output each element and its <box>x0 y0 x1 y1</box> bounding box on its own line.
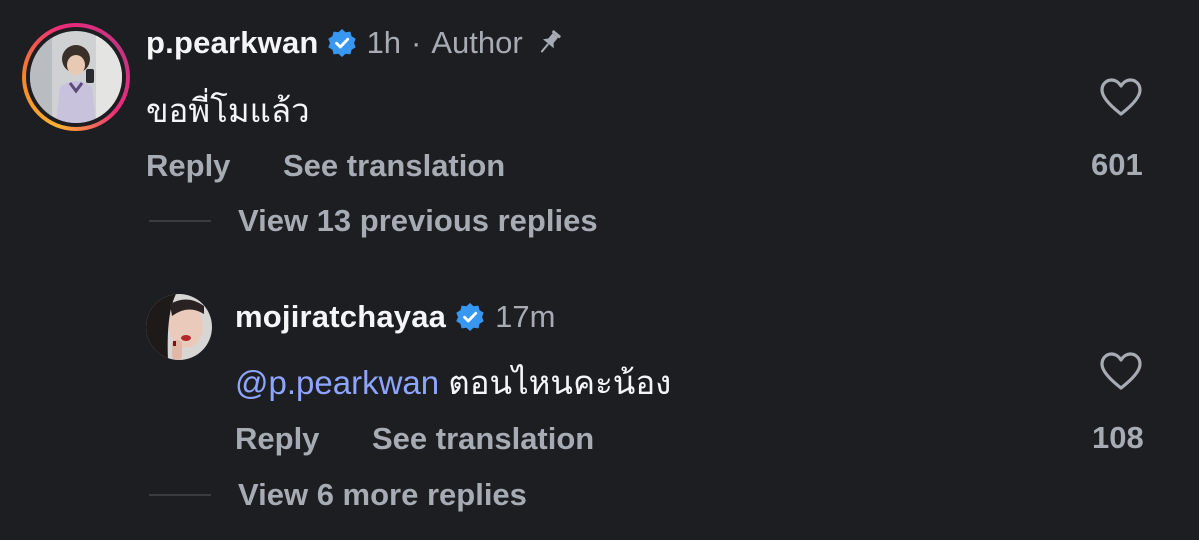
author-label: Author <box>431 25 523 60</box>
pin-icon <box>540 30 561 53</box>
view-more-replies-button[interactable]: View 6 more replies <box>238 477 527 513</box>
reply-like-button[interactable] <box>1098 350 1144 397</box>
avatar-photo-image <box>30 31 122 123</box>
reply-button[interactable]: Reply <box>146 148 230 184</box>
reply-like-count: 108 <box>1092 420 1144 455</box>
like-button[interactable] <box>1098 76 1144 123</box>
comment-time: 1h <box>366 25 402 60</box>
comment-header: p.pearkwan 1h · Author <box>146 25 565 61</box>
meta-separator: · <box>411 25 422 60</box>
verified-badge-icon <box>327 29 356 57</box>
heart-icon <box>1100 352 1142 390</box>
mention-link[interactable]: @p.pearkwan <box>235 364 439 401</box>
more-replies-divider-line <box>149 494 211 496</box>
username[interactable]: p.pearkwan <box>146 25 319 61</box>
heart-icon <box>1100 78 1142 116</box>
reply-text-line: @p.pearkwan ตอนไหนคะน้อง <box>235 356 671 409</box>
reply-avatar-image <box>146 294 212 360</box>
reply-time: 17m <box>495 299 556 334</box>
avatar <box>30 31 122 123</box>
reply-username[interactable]: mojiratchayaa <box>235 299 446 335</box>
see-translation-button[interactable]: See translation <box>283 148 505 184</box>
avatar-ring-gap <box>26 27 126 127</box>
reply-header: mojiratchayaa 17m <box>235 299 555 335</box>
avatar-story-ring[interactable] <box>22 23 130 131</box>
replies-divider-line <box>149 220 211 222</box>
view-previous-replies-button[interactable]: View 13 previous replies <box>238 203 598 239</box>
verified-badge-icon <box>456 303 484 331</box>
comment-text: ขอพี่โมแล้ว <box>146 92 310 129</box>
like-count: 601 <box>1091 147 1143 182</box>
reply-reply-button[interactable]: Reply <box>235 421 319 457</box>
reply-text: ตอนไหนคะน้อง <box>439 364 672 401</box>
reply-see-translation-button[interactable]: See translation <box>372 421 594 457</box>
reply-avatar[interactable] <box>146 294 212 360</box>
